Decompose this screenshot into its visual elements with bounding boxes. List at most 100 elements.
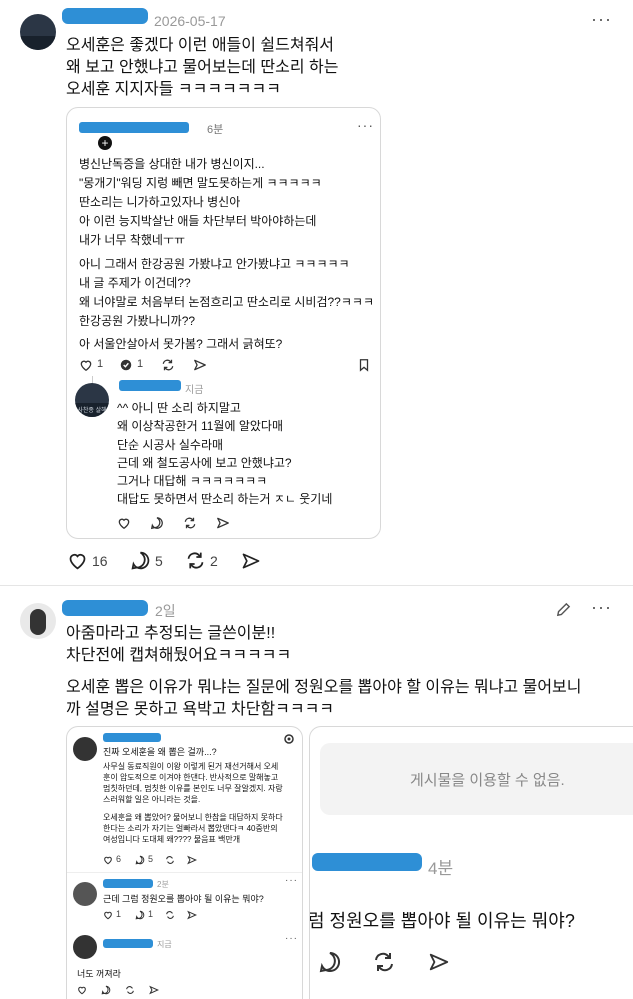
post1-date: 2026-05-17 [154,13,226,29]
shot1-reply2-author-redacted [103,939,153,948]
post1-comment-icon[interactable] [130,550,151,571]
shot1-heart-icon [104,856,112,865]
nested-reply-line3: 단순 시공사 실수라매 [117,438,224,452]
shot1-share-icon [187,855,197,865]
post2-line3: 오세훈 뽑은 이유가 뭐냐는 질문에 정원오를 뽑아야 할 이유는 뭐냐고 물어… [66,679,582,696]
post1-share-icon[interactable] [241,551,261,571]
quoted-share-icon[interactable] [193,358,207,372]
quoted-para2-2: 내 글 주제가 이건데?? [79,276,191,290]
shot1-line2: 사무실 동료직원이 이왕 이렇게 된거 재선거해서 오세 [103,762,279,771]
shot1-reply2-text: 너도 꺼져라 [77,969,121,979]
shot1-avatar [73,737,97,761]
post2-more-icon[interactable]: ··· [591,597,612,618]
quoted-para1-4: 아 이런 능지박살난 애들 차단부터 박아야하는데 [79,214,317,228]
quoted-para2-3: 왜 너야말로 처음부터 논점흐리고 딴소리로 시비검??ㅋㅋㅋ [79,295,374,309]
nested-reply-avatar-text: 사찬종 살해 [77,408,107,414]
shot1-reply1-avatar [73,882,97,906]
shot2-question: 럼 정원오를 뽑아야 될 이유는 뭐야? [309,911,575,931]
shot2-unavailable-text: 게시물을 이용할 수 없음. [410,772,565,789]
nested-reply-line4: 근데 왜 철도공사에 보고 안했냐고? [117,456,292,470]
post1-repost-icon[interactable] [185,550,206,571]
quoted-bookmark-icon[interactable] [357,358,371,372]
post2-screenshot2[interactable]: 게시물을 이용할 수 없음. 4분 럼 정원오를 뽑아야 될 이유는 뭐야? [309,726,633,999]
shot1-reply1-more-icon: ··· [285,875,298,886]
shot1-reply-count: 5 [148,854,154,864]
quoted-more-icon[interactable]: ··· [357,117,374,133]
shot2-repost-icon [375,952,393,972]
post2-edit-icon[interactable] [555,601,572,618]
post2-screenshot1[interactable]: 진짜 오세훈을 왜 뽑은 걸까...? 사무실 동료직원이 이왕 이렇게 된거 … [66,726,303,999]
shot1-author-redacted [103,733,161,742]
shot1-line6: 오세훈을 왜 뽑았어? 물어보니 한참을 대답하지 못하다 [103,813,283,822]
shot1-reply2-reply-icon [101,985,111,995]
shot2-time: 4분 [428,859,454,878]
post1-more-icon[interactable]: ··· [591,9,612,30]
post1-comment-count: 5 [155,553,163,569]
shot1-reply2-time: 지금 [157,940,172,949]
quoted-repost-icon[interactable] [161,358,175,372]
post2-avatar[interactable] [20,603,56,639]
quoted-para2-4: 한강공원 가봤나니까?? [79,314,196,328]
shot1-reply1-share-icon [187,910,197,920]
post1-avatar[interactable] [20,14,56,50]
nested-reply-line6: 대답도 못하면서 딴소리 하는거 ㅈㄴ 웃기네 [117,492,333,506]
quoted-follow-icon[interactable]: + [98,136,112,150]
quoted-para1-1: 병신난독증을 상대한 내가 병신이지... [79,157,265,171]
quoted-para3: 아 서울안살아서 못가봄? 그래서 긁혀또? [79,337,283,351]
post1-author-redacted[interactable] [62,8,148,24]
nested-reply-time: 지금 [185,385,204,396]
shot1-like-count: 6 [116,854,122,864]
quoted-reply-icon[interactable] [119,358,133,372]
shot1-reply1-reply-icon [135,910,145,920]
shot1-reply2-more-icon: ··· [285,933,298,944]
post1-heart-icon[interactable] [67,550,88,571]
shot1-line5: 스러워할 일은 아니라는 것을. [103,795,201,804]
shot1-reply1-time: 2분 [157,880,169,889]
shot1-line7: 한다는 소리가 자기는 얼빠라서 뽑았댄다ㅋ 40중반의 [103,824,278,833]
shot1-reply-icon [135,855,145,865]
post2-line2: 차단전에 캡쳐해뒀어요ㅋㅋㅋㅋㅋ [66,647,292,664]
shot2-share-icon [429,953,449,971]
shot1-line3: 훈이 압도적으로 이겨야 한댄다. 반사적으로 말해놓고 [103,773,279,782]
shot1-line8: 여성입니다 도대체 왜???? 물음표 백만개 [103,835,241,844]
nested-reply-line5: 그거나 대답해 ㅋㅋㅋㅋㅋㅋㅋ [117,474,268,488]
quoted-heart-icon[interactable] [79,358,93,372]
nested-heart-icon[interactable] [117,516,131,530]
post1-line3: 오세훈 지지자들 ㅋㅋㅋㅋㅋㅋㅋ [66,81,281,98]
post2-avatar-figure [30,609,46,635]
quoted-para2-1: 아니 그래서 한강공원 가봤냐고 안가봤냐고 ㅋㅋㅋㅋㅋ [79,257,350,271]
shot1-reply2-avatar [73,935,97,959]
nested-reply-line2: 왜 이상착공한거 11월에 알았다매 [117,419,283,433]
nested-reply-icon[interactable] [150,516,164,530]
post1-like-count: 16 [92,553,108,569]
shot1-reply2-share-icon [149,985,159,995]
shot2-author-redacted [312,853,422,871]
post1-repost-count: 2 [210,553,218,569]
post1-line1: 오세훈은 좋겠다 이런 애들이 쉴드쳐줘서 [66,37,335,54]
quoted-author-redacted [79,122,189,133]
shot1-reply1-reply-count: 1 [148,909,154,919]
quoted-reply-count: 1 [137,358,144,370]
nested-reply-avatar[interactable]: 사찬종 살해 [75,383,109,417]
shot1-reply1-text: 근데 그럼 정원오를 뽑아야 될 이유는 뭐야? [103,894,264,904]
quoted-para1-5: 내가 너무 착했네ㅜㅠ [79,233,186,247]
shot1-divider [67,872,302,873]
nested-reply-line1: ^^ 아니 딴 소리 하지말고 [117,401,241,415]
shot1-reply1-repost-icon [166,911,174,919]
quoted-para1-3: 딴소리는 니가하고있자나 병신아 [79,195,241,209]
shot1-reply2-repost-icon [126,986,134,994]
post-divider [0,585,633,586]
post2-line1: 아줌마라고 추정되는 글쓴이분!! [66,625,276,642]
nested-share-icon[interactable] [216,516,230,530]
post1-quoted-screenshot[interactable]: 6분 + ··· 병신난독증을 상대한 내가 병신이지... "몽개기"워딩 지… [66,107,381,539]
post2-author-redacted[interactable] [62,600,148,616]
shot1-line1: 진짜 오세훈을 왜 뽑은 걸까...? [103,747,217,757]
nested-repost-icon[interactable] [183,516,197,530]
shot1-reply1-author-redacted [103,879,153,888]
shot1-reply2-heart-icon [78,986,86,995]
quoted-para1-2: "몽개기"워딩 지렁 빼면 말도못하는게 ㅋㅋㅋㅋㅋ [79,176,322,190]
post1-line2: 왜 보고 안했냐고 물어보는데 딴소리 하는 [66,59,339,76]
shot2-reply-icon [319,951,341,973]
nested-reply-author-redacted [119,380,181,391]
quoted-like-count: 1 [97,358,104,370]
